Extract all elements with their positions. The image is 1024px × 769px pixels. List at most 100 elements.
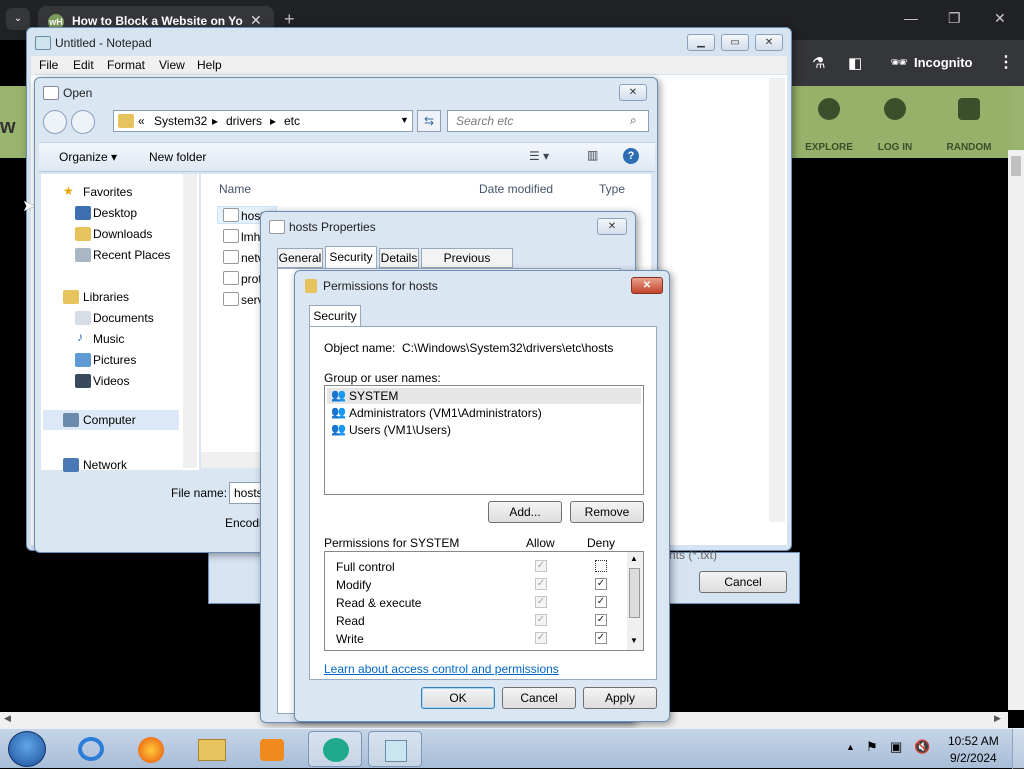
deny-read-execute-checkbox[interactable]: ✓	[595, 596, 607, 608]
menu-format[interactable]: Format	[107, 58, 145, 72]
menu-edit[interactable]: Edit	[73, 58, 94, 72]
permissions-close-button[interactable]: ✕	[631, 277, 663, 294]
allow-read-execute-checkbox[interactable]: ✓	[535, 596, 547, 608]
scroll-down-icon[interactable]: ▼	[630, 636, 638, 645]
breadcrumb-etc[interactable]: etc	[284, 114, 300, 128]
user-name[interactable]: Administrators (VM1\Administrators)	[349, 406, 542, 420]
nav-downloads[interactable]: Downloads	[93, 227, 152, 241]
nav-desktop[interactable]: Desktop	[93, 206, 137, 220]
breadcrumb-system32[interactable]: System32	[154, 114, 207, 128]
file-name[interactable]: lmh	[241, 230, 260, 244]
forward-button[interactable]	[71, 110, 95, 134]
tab-search-button[interactable]: ⌄	[6, 8, 30, 30]
menu-help[interactable]: Help	[197, 58, 222, 72]
nav-music[interactable]: Music	[93, 332, 124, 346]
add-button[interactable]: Add...	[488, 501, 562, 523]
clock-time[interactable]: 10:52 AM	[948, 734, 999, 748]
file-name[interactable]: prot	[241, 272, 262, 286]
nav-libraries[interactable]: Libraries	[83, 290, 129, 304]
nav-explore[interactable]: EXPLORE	[792, 86, 866, 158]
file-type-filter[interactable]: nts (*.txt)	[669, 548, 717, 562]
nav-network[interactable]: Network	[83, 458, 127, 472]
view-options-icon[interactable]: ☰ ▾	[529, 149, 549, 163]
user-name[interactable]: SYSTEM	[349, 389, 398, 403]
column-name[interactable]: Name	[219, 182, 251, 196]
preview-pane-icon[interactable]: ▥	[587, 148, 598, 162]
show-desktop-button[interactable]	[1012, 729, 1024, 769]
network-icon[interactable]: ▣	[890, 739, 902, 755]
menu-file[interactable]: File	[39, 58, 58, 72]
tab-security[interactable]: Security	[325, 246, 377, 268]
labs-icon[interactable]: ⚗	[812, 54, 825, 72]
new-folder-button[interactable]: New folder	[149, 150, 206, 164]
search-box[interactable]: Search etc ⌕	[447, 110, 649, 132]
allow-full-control-checkbox[interactable]: ✓	[535, 560, 547, 572]
column-date-modified[interactable]: Date modified	[479, 182, 553, 196]
action-center-icon[interactable]: ⚑	[866, 739, 878, 755]
refresh-icon[interactable]: ⇆	[417, 110, 441, 132]
minimize-icon[interactable]: —	[904, 10, 918, 26]
open-cancel-button[interactable]: Cancel	[699, 571, 787, 593]
media-player-icon[interactable]	[244, 731, 298, 767]
menu-icon[interactable]: ⋮	[998, 52, 1014, 72]
allow-modify-checkbox[interactable]: ✓	[535, 578, 547, 590]
tab-security[interactable]: Security	[309, 305, 361, 327]
nav-pictures[interactable]: Pictures	[93, 353, 136, 367]
address-bar[interactable]: « System32 ▸ drivers ▸ etc ▼	[113, 110, 413, 132]
users-icon: 👥	[331, 388, 346, 402]
nav-login[interactable]: LOG IN	[858, 86, 932, 158]
nav-favorites[interactable]: Favorites	[83, 185, 132, 199]
restore-icon[interactable]: ❐	[948, 10, 961, 27]
notepad-taskbar-icon[interactable]	[368, 731, 422, 767]
nav-scrollbar[interactable]	[183, 174, 197, 468]
nav-documents[interactable]: Documents	[93, 311, 154, 325]
notepad-close-button[interactable]: ✕	[755, 34, 783, 51]
column-type[interactable]: Type	[599, 182, 625, 196]
nav-videos[interactable]: Videos	[93, 374, 129, 388]
browser-taskbar-icon[interactable]	[308, 731, 362, 767]
allow-write-checkbox[interactable]: ✓	[535, 632, 547, 644]
ok-button[interactable]: OK	[421, 687, 495, 709]
menu-view[interactable]: View	[159, 58, 185, 72]
tab-general[interactable]: General	[277, 248, 323, 268]
nav-random[interactable]: RANDOM	[932, 86, 1006, 158]
nav-recent-places[interactable]: Recent Places	[93, 248, 170, 262]
deny-full-control-checkbox[interactable]	[595, 560, 607, 572]
remove-button[interactable]: Remove	[570, 501, 644, 523]
access-control-link[interactable]: Learn about access control and permissio…	[324, 662, 559, 676]
scroll-thumb[interactable]	[629, 568, 640, 618]
help-icon[interactable]: ?	[623, 148, 639, 164]
notepad-minimize-button[interactable]: ▁	[687, 34, 715, 51]
apply-button[interactable]: Apply	[583, 687, 657, 709]
breadcrumb-drivers[interactable]: drivers	[226, 114, 262, 128]
close-icon[interactable]: ✕	[994, 10, 1006, 27]
cancel-button[interactable]: Cancel	[502, 687, 576, 709]
file-list-hscrollbar[interactable]	[201, 452, 261, 468]
deny-write-checkbox[interactable]: ✓	[595, 632, 607, 644]
clock-date[interactable]: 9/2/2024	[950, 751, 997, 765]
deny-modify-checkbox[interactable]: ✓	[595, 578, 607, 590]
tab-previous-versions[interactable]: Previous Versions	[421, 248, 513, 283]
organize-menu[interactable]: Organize ▾	[59, 150, 117, 164]
tab-details[interactable]: Details	[379, 248, 419, 268]
deny-read-checkbox[interactable]: ✓	[595, 614, 607, 626]
back-button[interactable]	[43, 110, 67, 134]
file-explorer-icon[interactable]	[184, 731, 238, 767]
open-dialog-close-button[interactable]: ✕	[619, 84, 647, 101]
side-panel-icon[interactable]: ◧	[848, 54, 862, 72]
volume-muted-icon[interactable]: 🔇	[914, 739, 930, 755]
nav-computer-row[interactable]: Computer	[43, 410, 179, 430]
scroll-up-icon[interactable]: ▲	[630, 554, 638, 563]
page-scrollbar[interactable]	[1008, 150, 1024, 710]
address-dropdown-icon[interactable]: ▼	[400, 115, 409, 125]
start-button[interactable]	[8, 731, 46, 767]
properties-close-button[interactable]: ✕	[597, 218, 627, 235]
firefox-icon[interactable]	[124, 731, 178, 767]
allow-read-checkbox[interactable]: ✓	[535, 614, 547, 626]
tray-arrow-icon[interactable]: ▲	[846, 742, 855, 752]
internet-explorer-icon[interactable]	[64, 731, 118, 767]
notepad-maximize-button[interactable]: ▭	[721, 34, 749, 51]
permission-scrollbar[interactable]: ▲ ▼	[627, 552, 643, 650]
user-name[interactable]: Users (VM1\Users)	[349, 423, 451, 437]
notepad-scrollbar[interactable]	[769, 78, 785, 522]
